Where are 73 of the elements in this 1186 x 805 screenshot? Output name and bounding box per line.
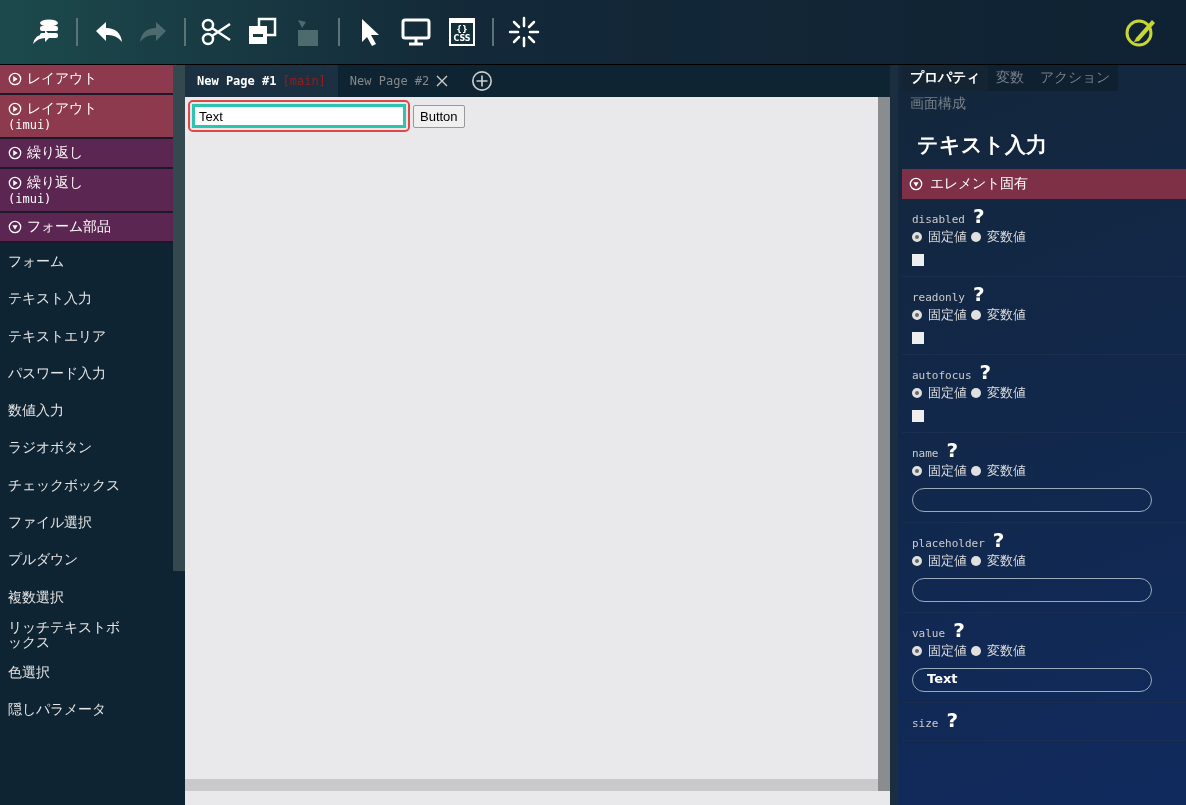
css-icon[interactable]: {} CSS [446,16,478,48]
panel-title: テキスト入力 [916,132,1048,159]
add-page-icon[interactable] [471,70,494,92]
palette-item[interactable]: フォーム [0,243,173,281]
category-sub: (imui) [8,118,53,132]
radio-option[interactable]: 変数値 [971,462,1026,480]
help-mark[interactable]: ? [973,207,985,225]
checkbox[interactable] [912,410,924,422]
circle-play-icon [8,72,22,86]
property-name: name [912,447,939,460]
help-mark[interactable]: ? [946,441,959,459]
palette-item[interactable]: ラジオボタン [0,429,173,467]
radio-option[interactable]: 固定値 [912,384,967,402]
panel-tab[interactable]: プロパティ [902,65,988,91]
section-header[interactable]: エレメント固有 [902,169,1186,199]
page-tab[interactable]: New Page #1 [main] [185,65,338,97]
palette-item[interactable]: 隠しパラメータ [0,691,173,729]
category-header[interactable]: レイアウト [0,65,173,95]
property-name: placeholder [912,537,985,550]
button[interactable]: Button [413,104,465,128]
panel-tab[interactable]: アクション [1032,65,1118,91]
help-mark[interactable]: ? [979,363,992,381]
radio-option[interactable]: 固定値 [912,306,967,324]
radio-option[interactable]: 固定値 [912,552,967,570]
radio-option[interactable]: 固定値 [912,462,967,480]
property-name: readonly [912,291,965,304]
circle-play-icon [8,102,22,116]
radio-option[interactable]: 変数値 [971,384,1026,402]
property-name: size [912,717,939,730]
splitter-handle[interactable] [890,65,898,805]
category-header[interactable]: 繰り返し [0,139,173,169]
category-header[interactable]: レイアウト (imui) [0,95,173,139]
category-header[interactable]: フォーム部品 [0,213,173,243]
panel-tab[interactable]: 画面構成 [902,91,974,117]
property-name: disabled [912,213,965,226]
palette-item[interactable]: プルダウン [0,541,173,579]
palette-item[interactable]: 数値入力 [0,392,173,430]
help-mark[interactable]: ? [953,621,965,639]
circle-play-icon [8,176,22,190]
loading-icon[interactable] [508,16,540,48]
panel-tab[interactable]: 変数 [988,65,1032,91]
palette-item[interactable]: テキスト入力 [0,280,173,318]
text-input-field[interactable]: Text [188,100,410,132]
palette-item[interactable]: リッチテキストボックス [0,615,136,654]
help-mark[interactable]: ? [973,285,985,303]
close-icon[interactable] [435,74,450,88]
palette-item[interactable]: 複数選択 [0,578,173,616]
palette-item[interactable]: テキストエリア [0,317,173,355]
palette-item[interactable]: チェックボックス [0,466,173,505]
monitor-icon[interactable] [400,16,432,48]
category-header[interactable]: 繰り返し (imui) [0,169,173,213]
page-tab[interactable]: New Page #2 [337,65,462,97]
radio-option[interactable]: 変数値 [971,642,1026,660]
palette-item[interactable]: 色選択 [0,653,173,692]
radio-option[interactable]: 変数値 [971,306,1026,324]
palette-item[interactable]: ファイル選択 [0,504,173,542]
checkbox[interactable] [912,332,924,344]
property-name: autofocus [912,369,972,382]
scrollbar[interactable] [185,779,878,791]
palette-item[interactable]: パスワード入力 [0,354,173,393]
help-mark[interactable]: ? [946,711,959,729]
circle-play-icon [8,146,22,160]
radio-option[interactable]: 変数値 [971,552,1026,570]
radio-option[interactable]: 変数値 [971,228,1026,246]
radio-option[interactable]: 固定値 [912,228,967,246]
scrollbar[interactable] [173,65,185,571]
category-sub: (imui) [8,192,53,206]
checkbox[interactable] [912,254,924,266]
scrollbar[interactable] [878,97,890,791]
cut-icon[interactable] [200,16,232,48]
property-name: value [912,627,946,640]
help-mark[interactable]: ? [992,531,1005,549]
radio-option[interactable]: 固定値 [912,642,967,660]
